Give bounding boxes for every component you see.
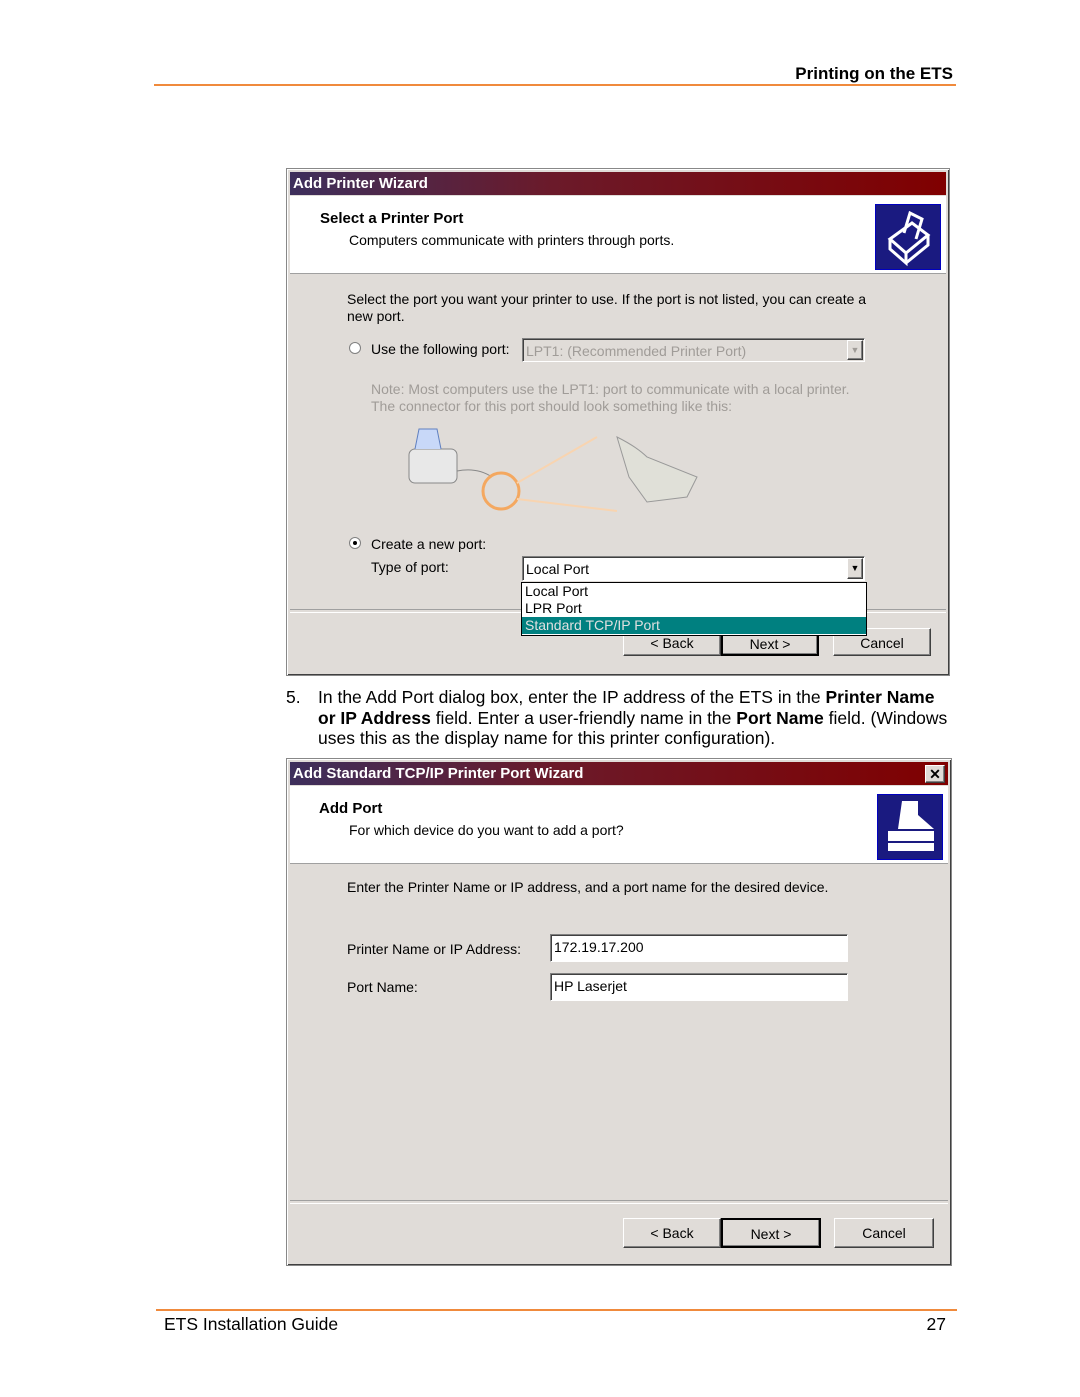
title-bar: Add Standard TCP/IP Printer Port Wizard [290,762,948,785]
wizard-heading: Add Port [319,800,383,817]
dropdown-option[interactable]: Local Port [522,583,866,600]
use-port-radio[interactable] [349,342,361,354]
add-printer-wizard-dialog: Add Printer Wizard Select a Printer Port… [286,168,950,676]
type-of-port-label: Type of port: [371,559,449,575]
chevron-down-icon[interactable]: ▼ [847,558,863,579]
separator [290,1200,948,1204]
title-bar: Add Printer Wizard [290,172,946,195]
use-port-select[interactable]: LPT1: (Recommended Printer Port) ▼ [522,338,865,362]
step-text-part: field. Enter a user-friendly name in the [430,707,737,728]
printer-wizard-icon [875,204,941,270]
page-number: 27 [926,1314,946,1334]
port-name-input[interactable]: HP Laserjet [550,973,848,1001]
note-text: Note: Most computers use the LPT1: port … [371,381,850,414]
step-text: In the Add Port dialog box, enter the IP… [318,687,948,749]
wizard-header: Add Port For which device do you want to… [290,786,948,864]
back-button[interactable]: < Back [623,1218,721,1248]
cancel-button[interactable]: Cancel [834,1218,934,1248]
dropdown-option-selected[interactable]: Standard TCP/IP Port [522,617,866,634]
port-type-dropdown-list: Local Port LPR Port Standard TCP/IP Port [521,582,867,636]
wizard-subheading: For which device do you want to add a po… [349,822,624,838]
dropdown-option[interactable]: LPR Port [522,600,866,617]
step-bold-part: Port Name [736,707,824,728]
use-port-label[interactable]: Use the following port: [371,341,510,357]
wizard-heading: Select a Printer Port [320,210,464,227]
wizard-header: Select a Printer Port Computers communic… [290,196,946,274]
create-port-radio[interactable] [349,537,361,549]
network-printer-icon [877,794,943,860]
instructions: Select the port you want your printer to… [347,291,867,324]
step-text-part: In the Add Port dialog box, enter the IP… [318,687,826,707]
type-of-port-value: Local Port [526,561,590,577]
ip-address-input[interactable]: 172.19.17.200 [550,934,848,962]
next-button[interactable]: Next > [721,1218,821,1248]
use-port-value: LPT1: (Recommended Printer Port) [526,343,747,359]
footer-rule [156,1309,957,1311]
instructions: Enter the Printer Name or IP address, an… [347,879,829,895]
wizard-subheading: Computers communicate with printers thro… [349,232,675,248]
port-name-label: Port Name: [347,979,418,995]
tcpip-port-wizard-dialog: Add Standard TCP/IP Printer Port Wizard … [286,758,952,1266]
chevron-down-icon[interactable]: ▼ [847,340,863,360]
connector-illustration [408,428,698,512]
close-icon[interactable]: ✕ [925,765,945,783]
header-rule [154,84,956,86]
create-port-label[interactable]: Create a new port: [371,536,486,552]
step-number: 5. [286,687,301,707]
ip-address-label: Printer Name or IP Address: [347,941,522,957]
document-page: Printing on the ETS Add Printer Wizard S… [0,0,1080,1397]
type-of-port-select[interactable]: Local Port ▼ [522,556,865,581]
footer-title: ETS Installation Guide [164,1314,339,1334]
page-header: Printing on the ETS [795,64,953,83]
